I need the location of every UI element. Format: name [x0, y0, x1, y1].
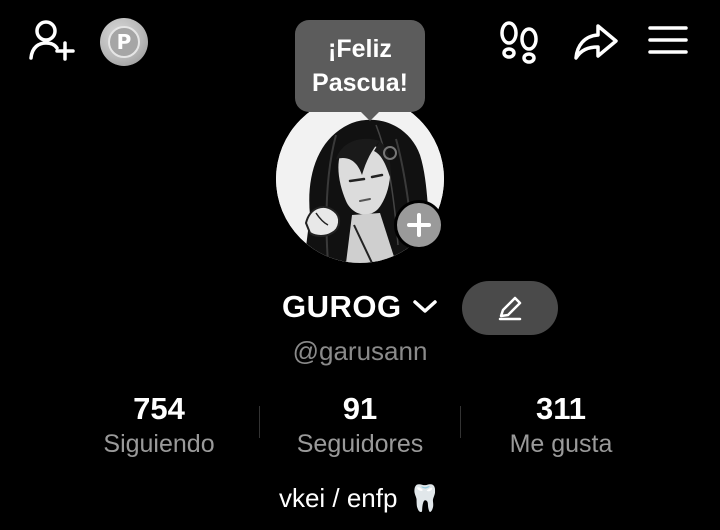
- coin-letter: P: [108, 26, 140, 58]
- chevron-down-icon[interactable]: [412, 298, 438, 320]
- stat-following-value: 754: [133, 391, 185, 426]
- username-handle: @garusann: [292, 336, 428, 366]
- stat-followers-value: 91: [342, 391, 378, 426]
- stat-likes-value: 311: [535, 391, 586, 426]
- bio-text: vkei / enfp: [278, 483, 398, 513]
- share-icon[interactable]: [572, 22, 620, 62]
- menu-icon[interactable]: [648, 24, 688, 56]
- stat-followers[interactable]: 91 Seguidores: [260, 390, 460, 460]
- add-user-icon[interactable]: [28, 18, 78, 64]
- bubble-text: ¡Feliz Pascua!: [312, 35, 408, 97]
- status-bubble[interactable]: ¡Feliz Pascua!: [295, 20, 425, 112]
- tooth-icon: 🦷: [408, 484, 442, 514]
- stat-likes[interactable]: 311 Me gusta: [461, 390, 661, 460]
- footprints-icon[interactable]: [498, 20, 542, 64]
- stat-following-label: Siguiendo: [103, 430, 215, 458]
- stat-likes-label: Me gusta: [509, 430, 613, 458]
- plus-icon: [397, 203, 441, 247]
- add-photo-button[interactable]: [394, 200, 444, 250]
- display-name[interactable]: GUROG: [282, 286, 402, 328]
- bio[interactable]: vkei / enfp 🦷: [0, 478, 720, 519]
- bubble-tail: [360, 111, 380, 121]
- edit-profile-button[interactable]: [462, 281, 558, 335]
- coin-icon[interactable]: P: [100, 18, 148, 66]
- stat-following[interactable]: 754 Siguiendo: [59, 390, 259, 460]
- pencil-icon: [498, 296, 522, 321]
- stat-followers-label: Seguidores: [296, 430, 424, 458]
